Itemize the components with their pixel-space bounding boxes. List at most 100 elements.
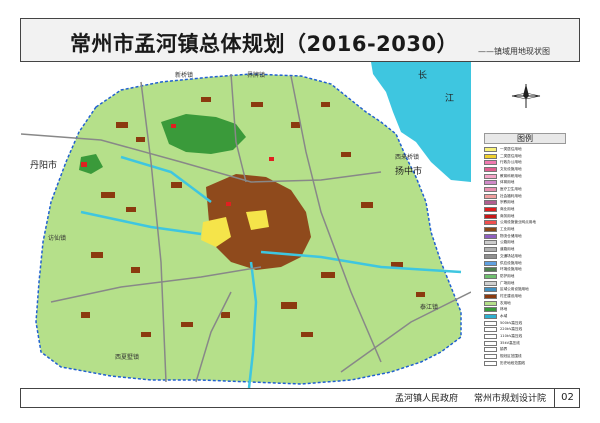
page-title: 常州市孟河镇总体规划（2016-2030） (70, 32, 459, 56)
page-number: 02 (554, 388, 580, 408)
legend-swatch (484, 260, 497, 266)
map-subtitle: ——镇域用地现状图 (478, 47, 550, 56)
legend-label: 广场用地 (500, 280, 515, 285)
legend-swatch (484, 200, 497, 206)
legend-swatch (484, 314, 497, 320)
legend-swatch (484, 213, 497, 219)
legend-item: 110kV高压线 (484, 333, 566, 340)
place-chang: 长 (418, 71, 428, 81)
place-xinqiao: 新桥镇 (175, 72, 194, 79)
legend-label: 村庄建设用地 (500, 293, 522, 298)
legend-swatch (484, 267, 497, 273)
legend-item: 区域公用设施用地 (484, 286, 566, 293)
legend-swatch (484, 186, 497, 192)
legend-item: 林地 (484, 307, 566, 314)
legend-label: 体育用地 (500, 180, 515, 185)
legend-label: 社会福利用地 (500, 193, 522, 198)
legend-swatch (484, 160, 497, 166)
legend-swatch (484, 307, 497, 313)
legend-item: 500kV高压线 (484, 320, 566, 327)
place-yangzhong: 扬中市 (395, 167, 423, 177)
legend-item: 二类居住用地 (484, 153, 566, 160)
legend-swatch (484, 153, 497, 159)
legend-item: 供应设施用地 (484, 260, 566, 267)
legend-item: 农用地 (484, 300, 566, 307)
place-danyang: 丹阳市 (30, 161, 58, 171)
legend-swatch (484, 293, 497, 299)
legend-item: 村庄建设用地 (484, 293, 566, 300)
legend-label: 农用地 (500, 300, 511, 305)
legend-label: 规划区范围线 (500, 354, 522, 359)
legend-swatch (484, 327, 497, 333)
legend-label: 水域 (500, 314, 508, 319)
land-use-map (21, 62, 471, 388)
legend-swatch (484, 180, 497, 186)
legend-label: 区域公用设施用地 (500, 287, 529, 292)
place-xilaiqiao: 西来桥镇 (395, 154, 420, 161)
legend-label: 防护用地 (500, 273, 515, 278)
legend-swatch (484, 253, 497, 259)
legend-item: 35kV高压线 (484, 340, 566, 347)
legend-label: 35kV高压线 (500, 340, 520, 345)
legend-item: 宗教用地 (484, 200, 566, 207)
legend-swatch (484, 146, 497, 152)
legend-item: 社会福利用地 (484, 193, 566, 200)
legend-item: 环境设施用地 (484, 266, 566, 273)
legend-label: 宗教用地 (500, 200, 515, 205)
legend-swatch (484, 240, 497, 246)
legend-item: 220kV高压线 (484, 327, 566, 334)
legend-item: 规划区范围线 (484, 353, 566, 360)
legend-swatch (484, 227, 497, 233)
legend-label: 镇界 (500, 347, 508, 352)
legend-list: 一类居住用地 二类居住用地 行政办公用地 文化设施用地 教育科研用地 体育用地 医疗卫生用地… (484, 146, 566, 367)
legend-swatch (484, 233, 497, 239)
legend-swatch (484, 247, 497, 253)
legend-swatch (484, 287, 497, 293)
legend-label: 文化设施用地 (500, 166, 522, 171)
place-xixiashu: 西夏墅镇 (115, 354, 140, 361)
legend-swatch (484, 207, 497, 213)
legend-item: 体育用地 (484, 179, 566, 186)
legend-swatch (484, 173, 497, 179)
legend-item: 镇界 (484, 347, 566, 354)
legend-swatch (484, 320, 497, 326)
legend-label: 教育科研用地 (500, 173, 522, 178)
legend-label: 供应设施用地 (500, 260, 522, 265)
legend-item: 工业用地 (484, 226, 566, 233)
legend-swatch (484, 354, 497, 360)
legend-label: 行政办公用地 (500, 160, 522, 165)
legend-swatch (484, 280, 497, 286)
footer-org-institute: 常州市规划设计院 (474, 394, 547, 404)
legend-label: 一类居住用地 (500, 146, 522, 151)
place-jiepai: 界牌镇 (247, 72, 266, 79)
legend-item: 行政办公用地 (484, 159, 566, 166)
place-taijiang: 泰江镇 (420, 304, 439, 311)
legend-label: 商务用地 (500, 213, 515, 218)
legend-label: 物流仓储用地 (500, 233, 522, 238)
legend-item: 历史地段范围线 (484, 360, 566, 367)
legend-label: 交通场站用地 (500, 253, 522, 258)
map-canvas[interactable] (21, 62, 471, 388)
legend-label: 林地 (500, 307, 508, 312)
legend-item: 商业用地 (484, 206, 566, 213)
legend-label: 道路用地 (500, 247, 515, 252)
legend-item: 交通场站用地 (484, 253, 566, 260)
legend-swatch (484, 193, 497, 199)
legend-label: 二类居住用地 (500, 153, 522, 158)
legend-label: 公用设施营业网点用地 (500, 220, 536, 225)
place-jiang: 江 (445, 94, 455, 104)
footer-org-government: 孟河镇人民政府 (395, 394, 459, 404)
legend-item: 广场用地 (484, 280, 566, 287)
legend-swatch (484, 340, 497, 346)
legend-label: 商业用地 (500, 207, 515, 212)
legend-item: 教育科研用地 (484, 173, 566, 180)
legend-item: 水域 (484, 313, 566, 320)
legend-label: 医疗卫生用地 (500, 186, 522, 191)
legend-swatch (484, 166, 497, 172)
legend-swatch (484, 220, 497, 226)
legend-item: 物流仓储用地 (484, 233, 566, 240)
legend-label: 110kV高压线 (500, 334, 523, 339)
legend-item: 文化设施用地 (484, 166, 566, 173)
place-fangxian: 访仙镇 (48, 235, 67, 242)
legend-label: 历史地段范围线 (500, 360, 526, 365)
